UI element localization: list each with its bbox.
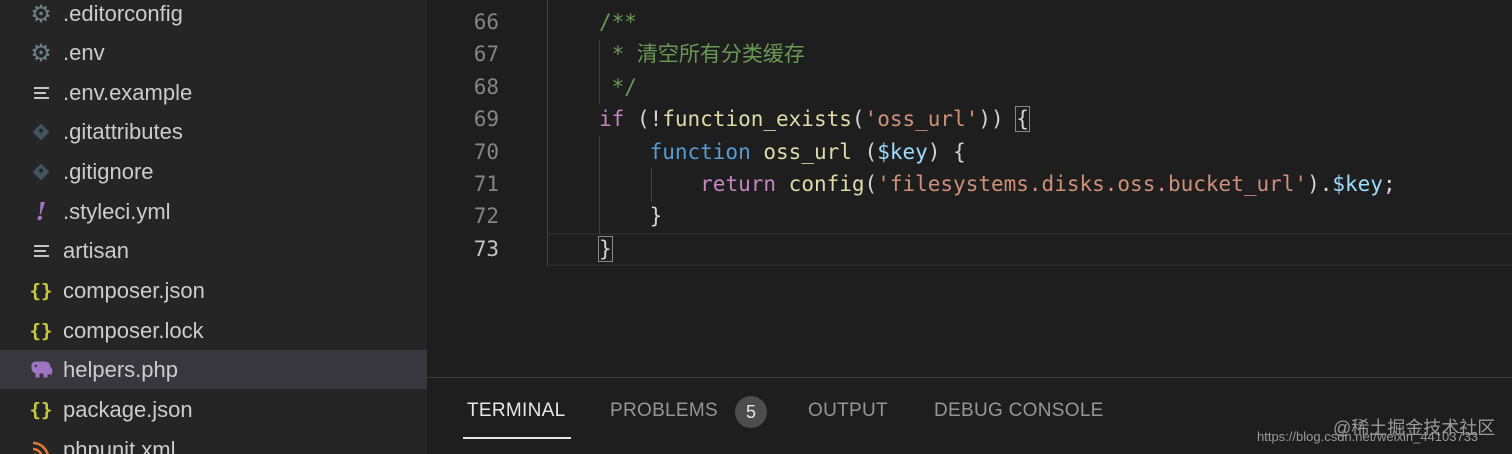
code-token-plain: )) [978, 107, 1017, 132]
rss-xml-icon [28, 437, 54, 454]
code-text: /** [599, 6, 637, 38]
bottom-panel: TERMINAL PROBLEMS 5 OUTPUT DEBUG CONSOLE… [427, 377, 1512, 454]
file-explorer: ⚙ .editorconfig ⚙ .env .env.example .git… [0, 0, 427, 454]
file-item-env-example[interactable]: .env.example [0, 73, 427, 112]
code-text: } [598, 233, 613, 265]
code-line[interactable]: 68 */ [427, 71, 1512, 103]
line-number: 67 [473, 42, 499, 67]
git-icon [28, 159, 54, 185]
line-number: 66 [473, 10, 499, 34]
code-token-plain: (! [624, 107, 663, 132]
code-token-plain: } [599, 204, 663, 229]
watermark-url: https://blog.csdn.net/weixin_44103733 [1257, 429, 1479, 444]
json-braces-icon: {} [29, 319, 53, 342]
file-item-artisan[interactable]: artisan [0, 231, 427, 270]
line-number: 70 [473, 139, 499, 164]
line-number: 72 [473, 204, 499, 229]
code-token-plain: ( [864, 172, 878, 196]
code-token-comment: * 清空所有分类缓存 [599, 42, 805, 67]
code-token-string: 'filesystems.disks.oss.bucket_url' [877, 172, 1308, 196]
problems-count-badge: 5 [735, 396, 767, 428]
tab-problems[interactable]: PROBLEMS [610, 400, 718, 422]
gear-icon: ⚙ [30, 0, 52, 28]
code-line[interactable]: 70 function oss_url ($key) { [427, 136, 1512, 168]
text-lines-icon [28, 80, 54, 106]
file-name: composer.lock [63, 317, 204, 343]
code-line[interactable]: 72 } [427, 200, 1512, 232]
code-text: * 清空所有分类缓存 [599, 38, 805, 70]
file-name: .gitattributes [63, 118, 183, 144]
code-token-plain: ( [851, 107, 865, 132]
matching-bracket: } [598, 235, 613, 262]
file-item-env[interactable]: ⚙ .env [0, 33, 427, 72]
file-item-editorconfig[interactable]: ⚙ .editorconfig [0, 0, 427, 33]
file-name: phpunit.xml [63, 436, 176, 454]
code-token-string: 'oss_url' [864, 107, 979, 132]
json-braces-icon: {} [29, 279, 53, 302]
file-item-package-json[interactable]: {} package.json [0, 390, 427, 429]
php-elephant-icon [28, 357, 54, 383]
git-icon [28, 119, 54, 145]
tab-output[interactable]: OUTPUT [808, 400, 888, 422]
code-token-function: function_exists [662, 107, 852, 132]
active-tab-indicator [463, 437, 571, 439]
text-lines-icon [28, 238, 54, 264]
tab-debug-console[interactable]: DEBUG CONSOLE [934, 400, 1104, 422]
file-item-gitattributes[interactable]: .gitattributes [0, 112, 427, 151]
file-item-phpunit-xml[interactable]: phpunit.xml [0, 430, 427, 454]
file-item-composer-json[interactable]: {} composer.json [0, 271, 427, 310]
code-token-plain: ) { [927, 139, 966, 164]
code-token-plain: ). [1307, 172, 1333, 196]
file-name: .styleci.yml [63, 198, 171, 224]
line-number: 68 [473, 74, 499, 99]
line-number: 69 [473, 107, 499, 132]
json-braces-icon: {} [29, 398, 53, 421]
code-line[interactable]: 69 if (!function_exists('oss_url')) { [427, 103, 1512, 135]
code-token-function: oss_url [763, 139, 852, 164]
tab-terminal[interactable]: TERMINAL [467, 400, 565, 422]
code-token-plain: ; [1382, 172, 1396, 196]
matching-bracket: { [1015, 106, 1030, 133]
file-item-gitignore[interactable]: .gitignore [0, 152, 427, 191]
code-text: return config('filesystems.disks.oss.buc… [599, 168, 1396, 200]
line-number: 71 [473, 172, 499, 196]
file-name: helpers.php [63, 356, 178, 382]
code-editor[interactable]: 66/** 67 * 清空所有分类缓存 68 */69 if (!function_e… [427, 0, 1512, 377]
file-item-styleci[interactable]: ! .styleci.yml [0, 192, 427, 231]
code-token-variable: $key [1332, 172, 1383, 196]
code-text: } [599, 200, 663, 232]
code-text: */ [599, 71, 637, 103]
file-name: artisan [63, 237, 130, 263]
gear-icon: ⚙ [30, 38, 52, 67]
code-token-function: config [788, 172, 865, 196]
code-token-storage: function [649, 139, 751, 164]
file-item-composer-lock[interactable]: {} composer.lock [0, 311, 427, 350]
yaml-exclamation-icon: ! [35, 197, 47, 226]
file-name: composer.json [63, 277, 205, 303]
code-token-comment: /** [599, 10, 637, 34]
code-token-keyword: return [700, 172, 777, 196]
code-line[interactable]: 71 return config('filesystems.disks.oss.… [427, 168, 1512, 200]
code-line[interactable]: 73} [427, 233, 1512, 265]
file-name: .env [63, 39, 105, 65]
file-name: package.json [63, 396, 193, 422]
file-name: .gitignore [63, 158, 154, 184]
line-number: 73 [473, 236, 499, 261]
code-token-keyword: if [599, 107, 625, 132]
code-text: function oss_url ($key) { [599, 136, 966, 168]
file-name: .editorconfig [63, 0, 183, 26]
code-text: if (!function_exists('oss_url')) { [599, 103, 1030, 135]
code-line[interactable]: 66 /** [427, 6, 1512, 38]
code-token-plain: ( [851, 139, 878, 164]
code-token-variable: $key [877, 139, 928, 164]
file-item-helpers-php[interactable]: helpers.php [0, 350, 427, 389]
code-token-comment: */ [599, 74, 637, 99]
file-name: .env.example [63, 79, 193, 105]
code-line[interactable]: 67 * 清空所有分类缓存 [427, 38, 1512, 70]
